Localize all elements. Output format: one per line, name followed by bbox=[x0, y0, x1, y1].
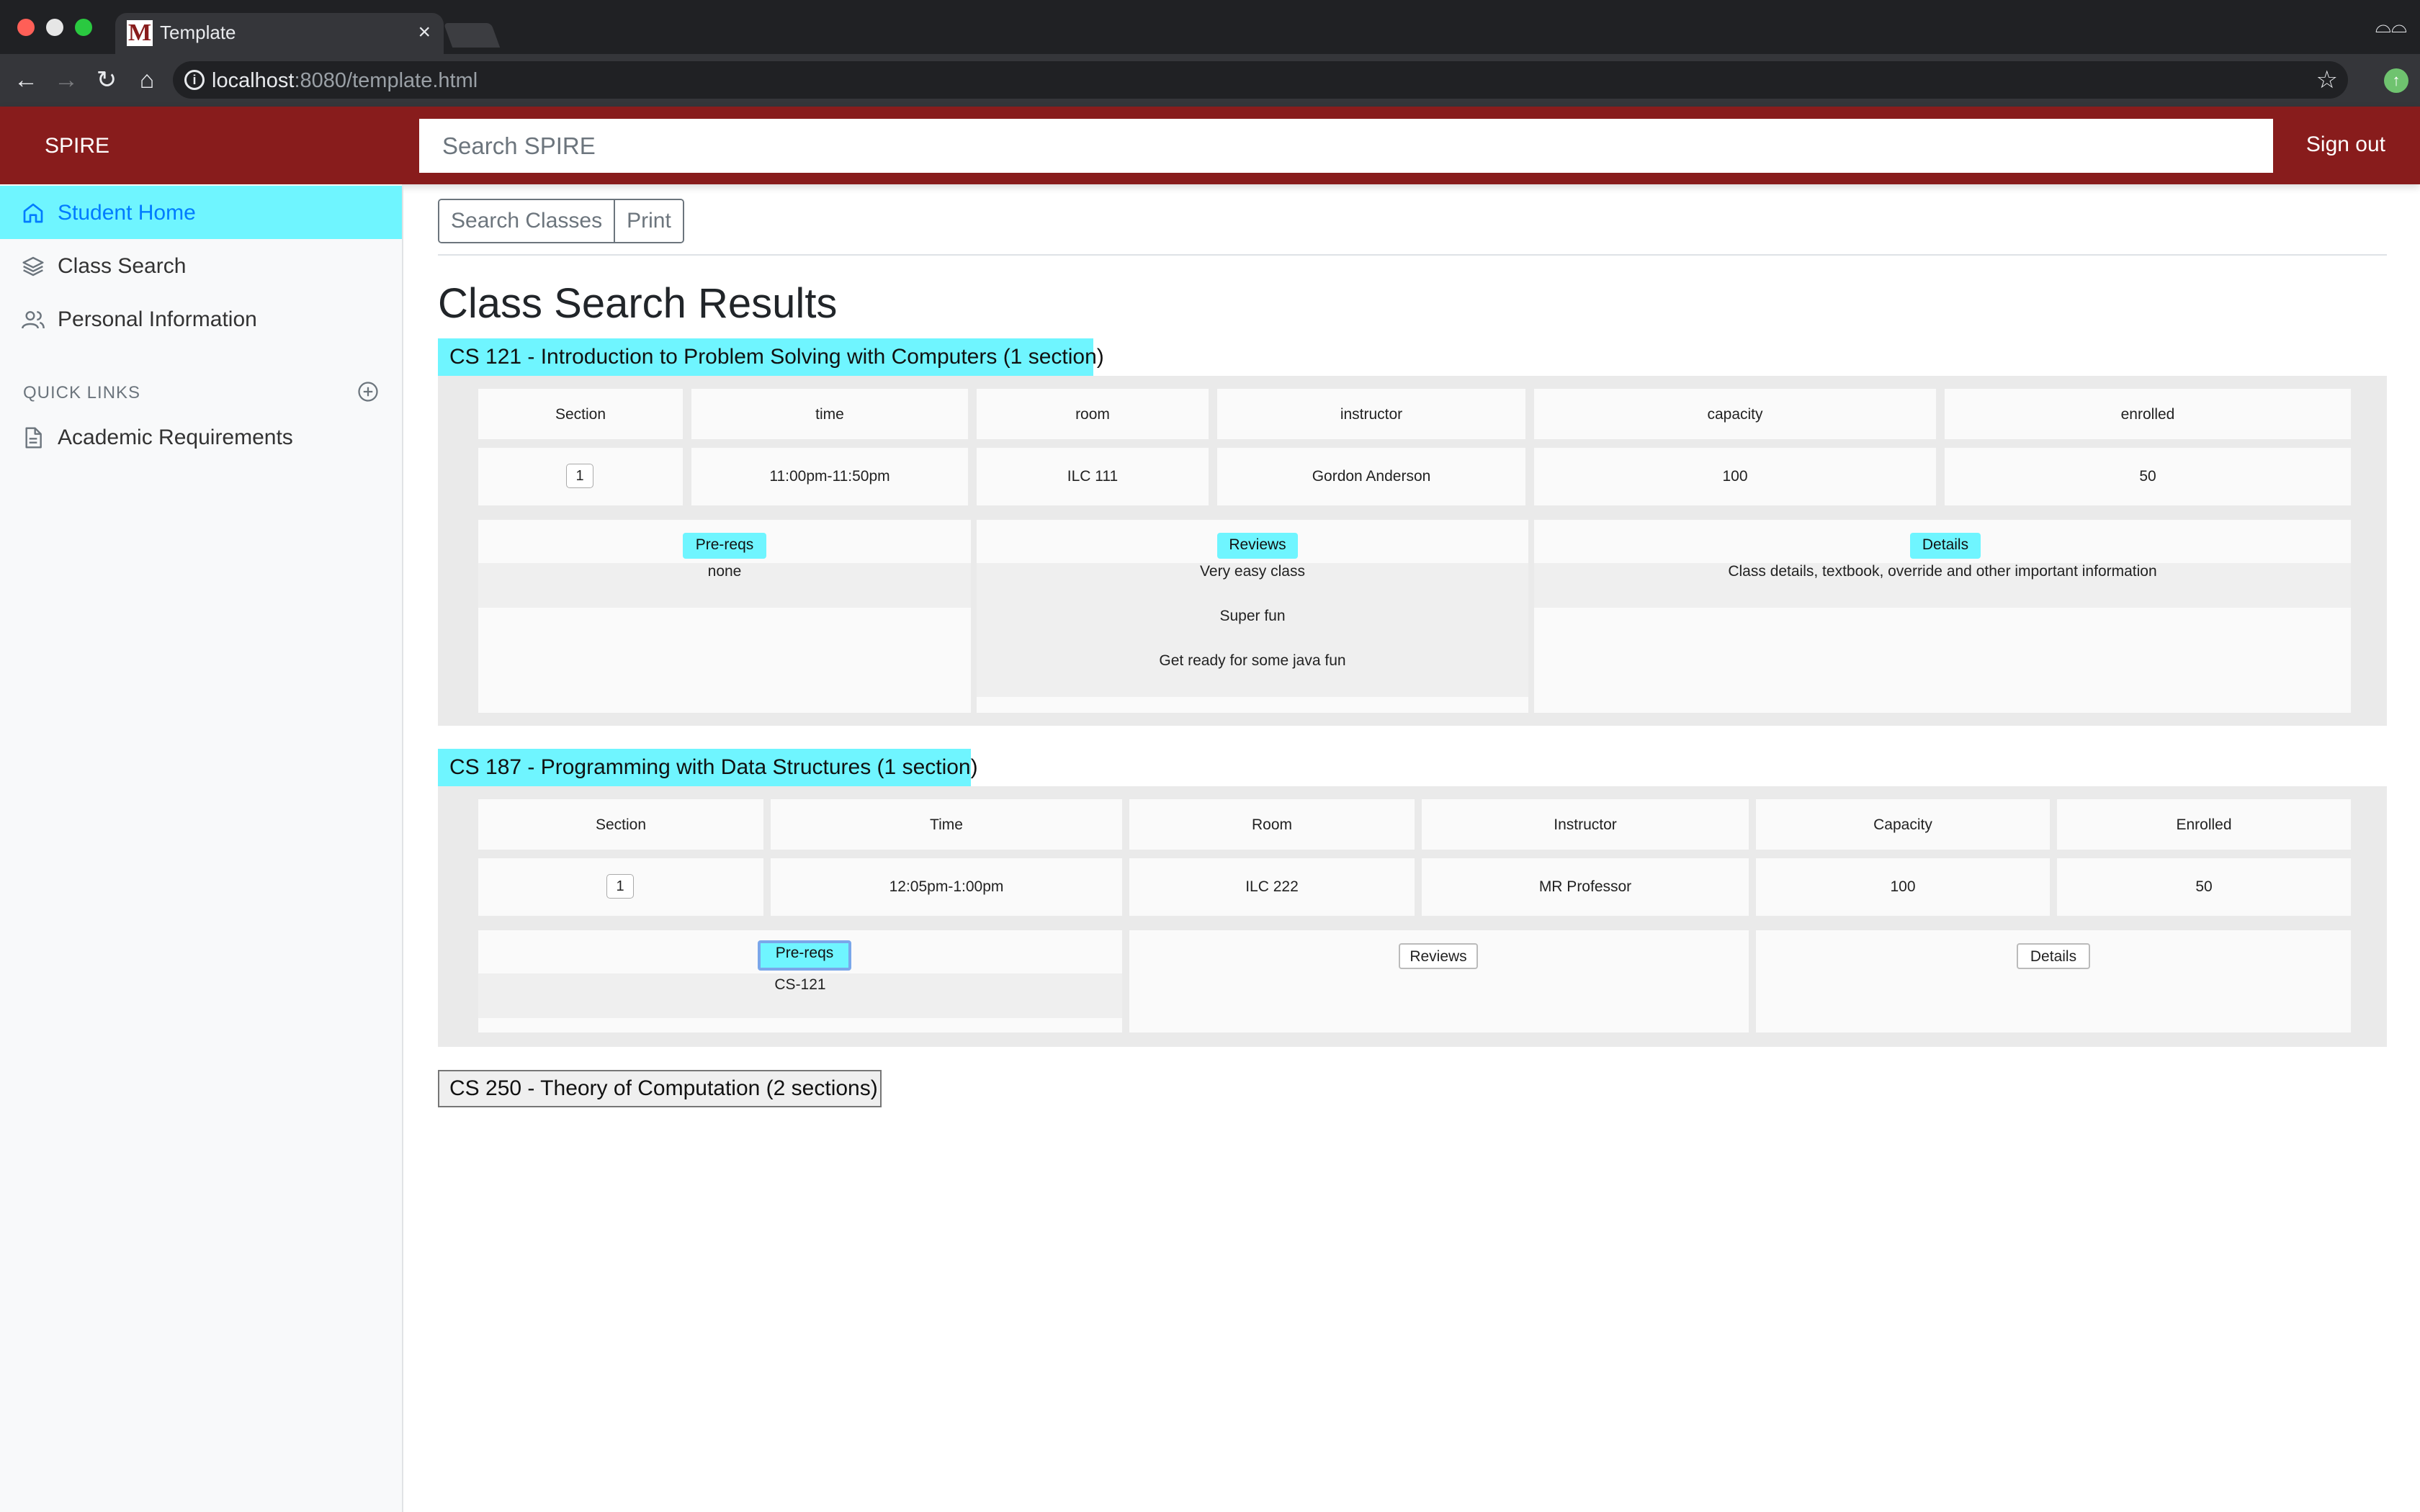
review-item: Super fun bbox=[1219, 608, 1286, 624]
sidebar-item-academic-requirements[interactable]: Academic Requirements bbox=[0, 410, 402, 464]
reviews-content bbox=[977, 563, 1528, 697]
close-window-button[interactable] bbox=[17, 19, 35, 36]
prereqs-text: none bbox=[707, 563, 742, 580]
sidebar-item-class-search[interactable]: Class Search bbox=[0, 239, 402, 292]
page-title: Class Search Results bbox=[438, 280, 838, 327]
details-section: Details bbox=[1756, 930, 2351, 1032]
maximize-window-button[interactable] bbox=[75, 19, 92, 36]
sidebar-item-label: Class Search bbox=[58, 254, 187, 278]
course-heading-cs187[interactable]: CS 187 - Programming with Data Structure… bbox=[438, 749, 978, 786]
table-cell-instructor: Gordon Anderson bbox=[1217, 448, 1525, 505]
column-header: Time bbox=[771, 799, 1122, 850]
prereqs-section: Pre-reqs none bbox=[478, 520, 971, 713]
action-button-group: Search Classes Print bbox=[438, 199, 684, 243]
incognito-icon[interactable]: ⌓⌓ bbox=[2375, 14, 2407, 38]
prereqs-text: CS-121 bbox=[774, 976, 826, 993]
reviews-section: Reviews bbox=[1129, 930, 1749, 1032]
info-icon[interactable]: i bbox=[184, 70, 205, 90]
browser-toolbar: ← → ↻ ⌂ i localhost:8080/template.html ☆… bbox=[0, 54, 2420, 107]
brand-logo[interactable]: SPIRE bbox=[45, 134, 109, 158]
section-number-button[interactable]: 1 bbox=[606, 874, 634, 899]
review-item: Very easy class bbox=[1200, 563, 1305, 580]
sidebar-item-label: Personal Information bbox=[58, 307, 257, 331]
file-icon bbox=[25, 427, 42, 449]
column-header: Instructor bbox=[1422, 799, 1749, 850]
browser-titlebar: M Template × ⌓⌓ bbox=[0, 0, 2420, 54]
column-header: Capacity bbox=[1756, 799, 2050, 850]
details-button[interactable]: Details bbox=[1910, 533, 1981, 559]
prereqs-button[interactable]: Pre-reqs bbox=[683, 533, 766, 559]
sidebar-item-student-home[interactable]: Student Home bbox=[0, 186, 402, 239]
column-header: Room bbox=[1129, 799, 1415, 850]
prereqs-button[interactable]: Pre-reqs bbox=[758, 940, 851, 971]
address-bar[interactable]: i localhost:8080/template.html ☆ bbox=[173, 61, 2348, 99]
course-panel-cs187: Section Time Room Instructor Capacity En… bbox=[438, 786, 2387, 1047]
table-cell-time: 12:05pm-1:00pm bbox=[771, 858, 1122, 916]
course-panel-cs121: Section time room instructor capacity en… bbox=[438, 376, 2387, 726]
column-header: instructor bbox=[1217, 389, 1525, 439]
table-cell-instructor: MR Professor bbox=[1422, 858, 1749, 916]
table-cell-time: 11:00pm-11:50pm bbox=[691, 448, 968, 505]
url-path: :8080/template.html bbox=[294, 69, 478, 92]
table-cell-section: 1 bbox=[478, 858, 763, 916]
quick-links-heading: QUICK LINKS bbox=[23, 383, 141, 402]
favicon-icon: M bbox=[127, 19, 153, 46]
layers-icon bbox=[22, 256, 44, 276]
table-cell-capacity: 100 bbox=[1534, 448, 1936, 505]
users-icon bbox=[22, 311, 45, 329]
search-input[interactable] bbox=[419, 119, 2273, 173]
column-header: Section bbox=[478, 799, 763, 850]
table-cell-section: 1 bbox=[478, 448, 683, 505]
course-heading-cs121[interactable]: CS 121 - Introduction to Problem Solving… bbox=[438, 338, 1104, 376]
app-header: SPIRE Sign out bbox=[0, 107, 2420, 184]
sign-out-link[interactable]: Sign out bbox=[2306, 132, 2385, 157]
home-icon bbox=[23, 203, 43, 223]
reload-icon[interactable]: ↻ bbox=[91, 64, 122, 96]
plus-circle-icon[interactable] bbox=[357, 381, 379, 402]
sidebar-item-label: Academic Requirements bbox=[58, 426, 293, 449]
table-cell-capacity: 100 bbox=[1756, 858, 2050, 916]
url-host: localhost bbox=[212, 69, 295, 92]
column-header: Enrolled bbox=[2057, 799, 2351, 850]
details-button[interactable]: Details bbox=[2017, 943, 2090, 969]
details-text: Class details, textbook, override and ot… bbox=[1728, 563, 2157, 580]
minimize-window-button[interactable] bbox=[46, 19, 63, 36]
home-button-icon[interactable]: ⌂ bbox=[131, 64, 163, 96]
new-tab-button[interactable] bbox=[443, 23, 501, 48]
tab-close-icon[interactable]: × bbox=[418, 20, 431, 45]
url-text[interactable]: localhost:8080/template.html bbox=[212, 69, 478, 93]
column-header: Section bbox=[478, 389, 683, 439]
prereqs-section: Pre-reqs CS-121 bbox=[478, 930, 1122, 1032]
details-section: Details Class details, textbook, overrid… bbox=[1534, 520, 2351, 713]
column-header: capacity bbox=[1534, 389, 1936, 439]
review-item: Get ready for some java fun bbox=[1159, 652, 1346, 669]
table-cell-room: ILC 222 bbox=[1129, 858, 1415, 916]
tab-title: Template bbox=[160, 22, 236, 43]
bookmark-star-icon[interactable]: ☆ bbox=[2316, 66, 2338, 94]
table-cell-enrolled: 50 bbox=[1945, 448, 2351, 505]
sidebar: Student Home Class Search Personal Infor… bbox=[0, 184, 403, 1512]
reviews-button[interactable]: Reviews bbox=[1399, 943, 1478, 969]
column-header: room bbox=[977, 389, 1209, 439]
column-header: time bbox=[691, 389, 968, 439]
print-button[interactable]: Print bbox=[614, 200, 683, 242]
search-classes-button[interactable]: Search Classes bbox=[439, 200, 614, 242]
divider bbox=[438, 254, 2387, 256]
table-cell-room: ILC 111 bbox=[977, 448, 1209, 505]
reviews-section: Reviews Very easy class Super fun Get re… bbox=[977, 520, 1528, 713]
browser-tab[interactable]: M Template × bbox=[115, 13, 444, 54]
extension-icon[interactable]: ↑ bbox=[2384, 68, 2408, 93]
section-number-button[interactable]: 1 bbox=[566, 464, 593, 488]
sidebar-item-personal-information[interactable]: Personal Information bbox=[0, 292, 402, 346]
sidebar-item-label: Student Home bbox=[58, 201, 196, 225]
table-cell-enrolled: 50 bbox=[2057, 858, 2351, 916]
reviews-button[interactable]: Reviews bbox=[1217, 533, 1298, 559]
forward-arrow-icon[interactable]: → bbox=[50, 64, 82, 96]
course-heading-cs250[interactable]: CS 250 - Theory of Computation (2 sectio… bbox=[438, 1070, 882, 1107]
column-header: enrolled bbox=[1945, 389, 2351, 439]
back-arrow-icon[interactable]: ← bbox=[10, 64, 42, 96]
